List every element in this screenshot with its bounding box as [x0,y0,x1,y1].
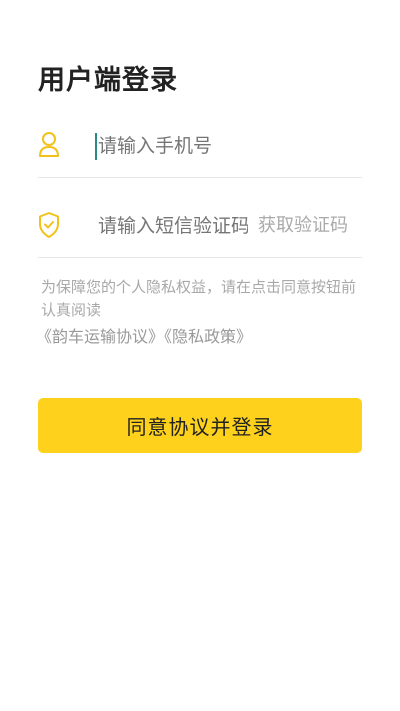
phone-field[interactable] [38,117,362,178]
agreement-links: 《韵车运输协议》《隐私政策》 [36,325,252,349]
code-field[interactable]: 获取验证码 [38,197,362,258]
sms-code-input[interactable] [96,211,250,243]
phone-input[interactable] [96,131,360,163]
page-title: 用户端登录 [38,65,178,96]
get-code-button[interactable]: 获取验证码 [258,211,348,241]
privacy-notice: 为保障您的个人隐私权益，请在点击同意按钮前认真阅读 [41,278,357,319]
user-icon [38,131,60,159]
shield-check-icon [38,211,60,239]
transport-agreement-link[interactable]: 《韵车运输协议》 [36,327,164,346]
agree-and-login-button[interactable]: 同意协议并登录 [38,398,362,453]
privacy-policy-link[interactable]: 《隐私政策》 [164,327,252,346]
